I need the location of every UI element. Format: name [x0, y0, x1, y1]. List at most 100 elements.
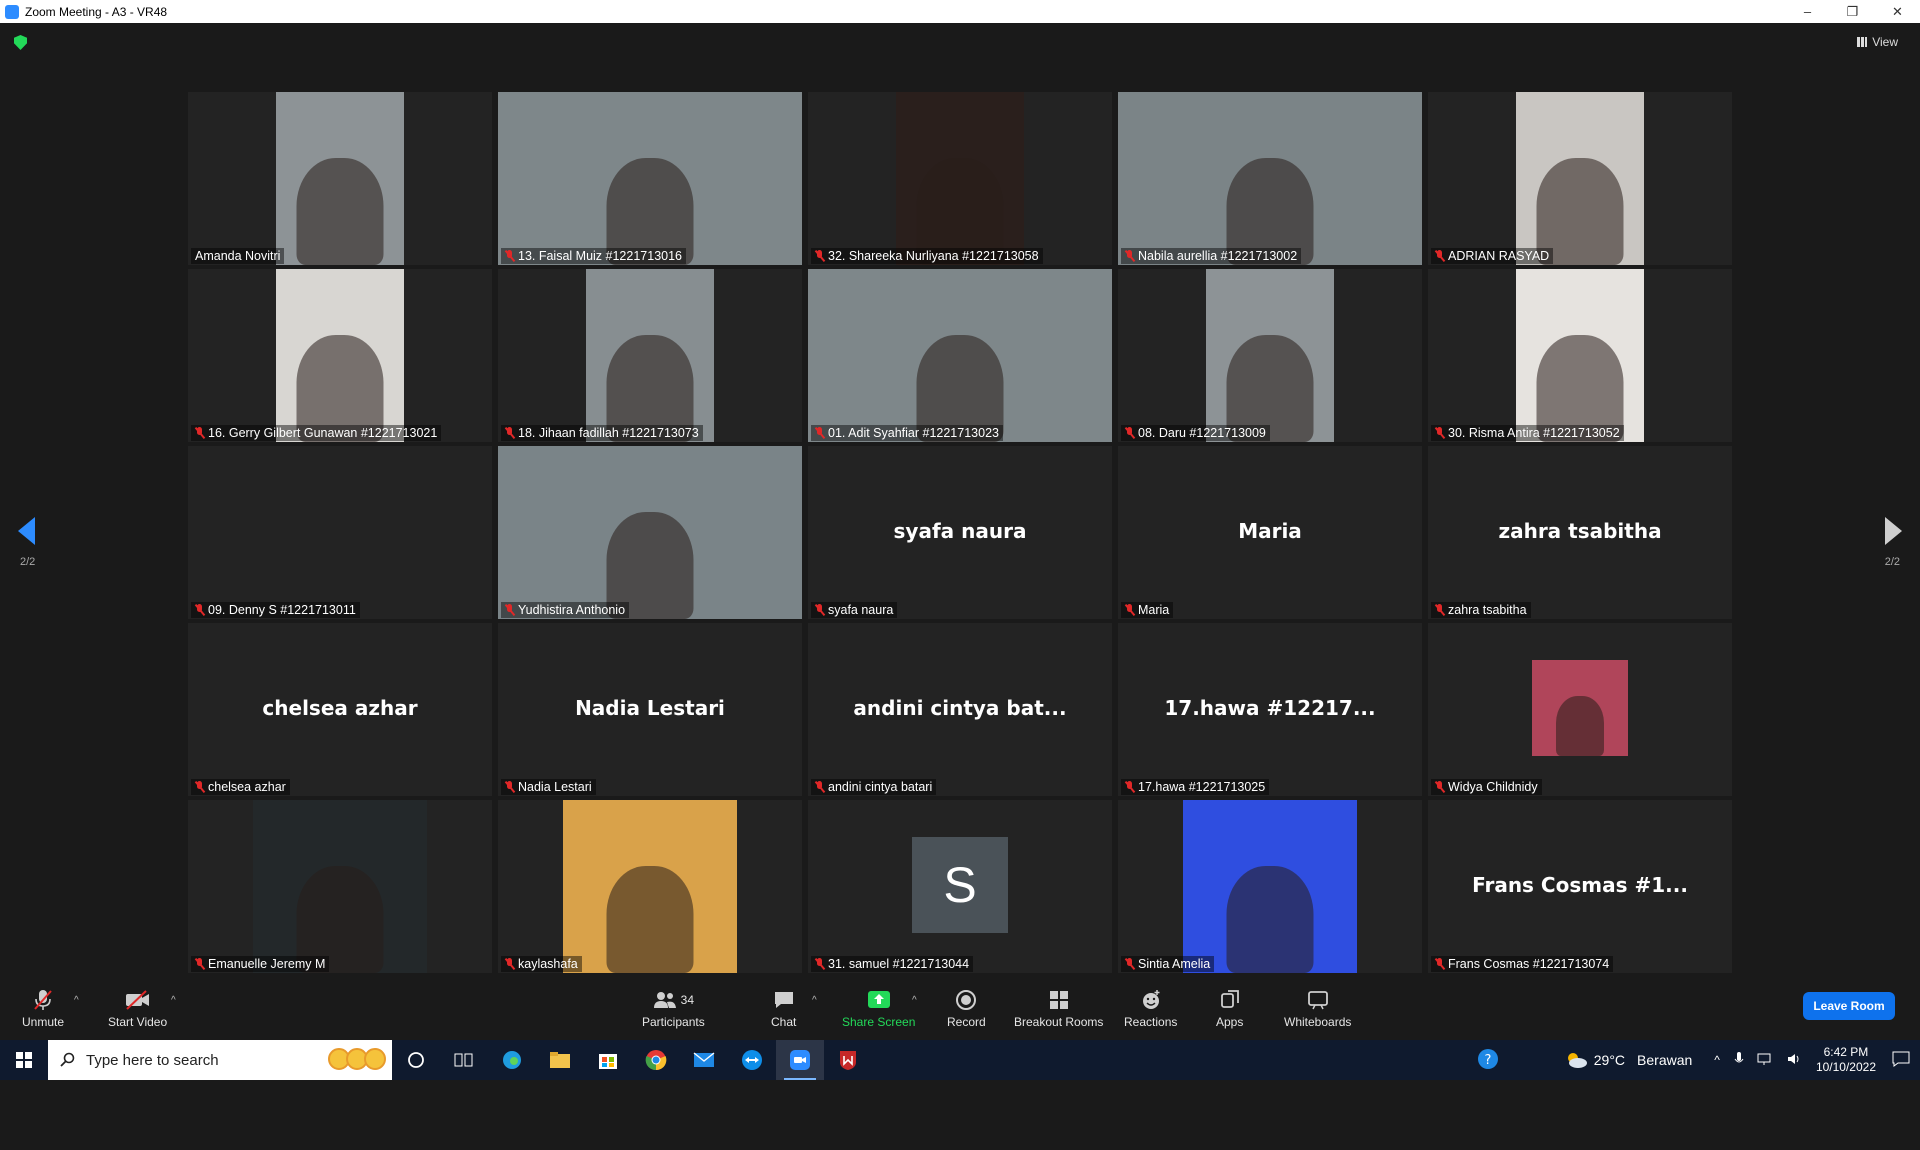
participant-tile[interactable]: 32. Shareeka Nurliyana #1221713058 [808, 92, 1112, 265]
participant-name: 31. samuel #1221713044 [828, 957, 970, 971]
file-explorer-icon[interactable] [536, 1040, 584, 1080]
person-silhouette-icon [1556, 696, 1604, 756]
meeting-toolbar: Unmute ^ Start Video ^ 34 Participants C… [0, 975, 1920, 1040]
share-screen-button[interactable]: Share Screen [842, 989, 915, 1029]
participant-name: kaylashafa [518, 957, 578, 971]
unmute-button[interactable]: Unmute [22, 989, 64, 1029]
view-label: View [1872, 35, 1898, 49]
participant-tile[interactable]: 08. Daru #1221713009 [1118, 269, 1422, 442]
participant-tile[interactable]: kaylashafa [498, 800, 802, 973]
participant-tile[interactable]: ADRIAN RASYAD [1428, 92, 1732, 265]
meeting-area: View 2/2 2/2 Amanda Novitri 13. Faisal Mu… [0, 23, 1920, 975]
participant-tile[interactable]: Amanda Novitri [188, 92, 492, 265]
search-icon [60, 1052, 75, 1067]
breakout-rooms-button[interactable]: Breakout Rooms [1014, 989, 1103, 1029]
weather-widget[interactable]: 29°C Berawan [1564, 1050, 1692, 1070]
microsoft-store-icon[interactable] [584, 1040, 632, 1080]
participant-tile[interactable]: Maria Maria [1118, 446, 1422, 619]
zoom-logo-icon [5, 4, 19, 19]
participant-video [563, 800, 737, 973]
previous-page-arrow-icon[interactable] [18, 517, 35, 545]
chrome-icon[interactable] [632, 1040, 680, 1080]
close-button[interactable]: ✕ [1875, 0, 1920, 23]
cortana-icon[interactable] [392, 1040, 440, 1080]
participant-name-label: 17.hawa #1221713025 [1121, 779, 1270, 795]
participant-tile[interactable]: S 31. samuel #1221713044 [808, 800, 1112, 973]
whiteboards-button[interactable]: Whiteboards [1284, 989, 1351, 1029]
view-button[interactable]: View [1857, 35, 1898, 49]
participant-name: 13. Faisal Muiz #1221713016 [518, 249, 683, 263]
start-button[interactable] [0, 1040, 48, 1080]
participant-name-label: Nabila aurellia #1221713002 [1121, 248, 1302, 264]
participant-tile[interactable]: Yudhistira Anthonio [498, 446, 802, 619]
participant-tile[interactable]: 17.hawa #12217... 17.hawa #1221713025 [1118, 623, 1422, 796]
participant-name-label: 16. Gerry Gilbert Gunawan #1221713021 [191, 425, 442, 441]
participant-tile[interactable]: 13. Faisal Muiz #1221713016 [498, 92, 802, 265]
participant-tile[interactable]: zahra tsabitha zahra tsabitha [1428, 446, 1732, 619]
taskbar-search-box[interactable]: Type here to search [48, 1040, 392, 1080]
encryption-shield-icon[interactable] [14, 35, 27, 50]
apps-label: Apps [1216, 1015, 1244, 1029]
next-page-arrow-icon[interactable] [1885, 517, 1902, 545]
participant-tile[interactable]: 30. Risma Antira #1221713052 [1428, 269, 1732, 442]
zoom-app-icon[interactable] [776, 1040, 824, 1080]
system-tray: ? 29°C Berawan ^ 6:42 PM 10/10/2022 [1476, 1040, 1920, 1080]
leave-room-button[interactable]: Leave Room [1803, 992, 1895, 1020]
participant-name: 18. Jihaan fadillah #1221713073 [518, 426, 699, 440]
participants-count: 34 [680, 993, 695, 1007]
page-indicator-right: 2/2 [1884, 556, 1900, 568]
share-options-chevron-icon[interactable]: ^ [912, 995, 917, 1006]
participant-name-label: Nadia Lestari [501, 779, 596, 795]
participant-name: ADRIAN RASYAD [1448, 249, 1550, 263]
participant-tile[interactable]: 16. Gerry Gilbert Gunawan #1221713021 [188, 269, 492, 442]
person-silhouette-icon [296, 158, 384, 265]
breakout-rooms-icon [1048, 989, 1070, 1011]
participant-video [253, 800, 427, 973]
participant-name-label: Yudhistira Anthonio [501, 602, 630, 618]
weather-temperature: 29°C [1593, 1052, 1626, 1068]
participant-tile[interactable]: Emanuelle Jeremy M [188, 800, 492, 973]
participant-tile[interactable]: 18. Jihaan fadillah #1221713073 [498, 269, 802, 442]
mcafee-icon[interactable] [824, 1040, 872, 1080]
teamviewer-icon[interactable] [728, 1040, 776, 1080]
participant-name: 01. Adit Syahfiar #1221713023 [828, 426, 999, 440]
minimize-button[interactable]: – [1785, 0, 1830, 23]
task-view-icon[interactable] [440, 1040, 488, 1080]
participant-tile[interactable]: andini cintya bat... andini cintya batari [808, 623, 1112, 796]
participant-tile[interactable]: Nadia Lestari Nadia Lestari [498, 623, 802, 796]
notifications-icon[interactable] [1892, 1051, 1910, 1070]
participant-name: 32. Shareeka Nurliyana #1221713058 [828, 249, 1039, 263]
participant-tile[interactable]: chelsea azhar chelsea azhar [188, 623, 492, 796]
chat-options-chevron-icon[interactable]: ^ [812, 995, 817, 1006]
record-button[interactable]: Record [947, 989, 986, 1029]
participant-tile[interactable]: Sintia Amelia [1118, 800, 1422, 973]
apps-button[interactable]: Apps [1216, 989, 1243, 1029]
participant-name-label: zahra tsabitha [1431, 602, 1531, 618]
audio-options-chevron-icon[interactable]: ^ [74, 995, 79, 1006]
reactions-button[interactable]: Reactions [1124, 989, 1177, 1029]
edge-browser-icon[interactable] [488, 1040, 536, 1080]
network-icon[interactable] [1756, 1051, 1774, 1070]
video-options-chevron-icon[interactable]: ^ [171, 995, 176, 1006]
speaker-icon[interactable] [1786, 1051, 1802, 1070]
help-icon[interactable]: ? [1476, 1047, 1500, 1074]
video-off-icon [124, 989, 152, 1011]
participant-tile[interactable]: Nabila aurellia #1221713002 [1118, 92, 1422, 265]
taskbar-clock[interactable]: 6:42 PM 10/10/2022 [1816, 1045, 1876, 1075]
participant-tile[interactable]: syafa naura syafa naura [808, 446, 1112, 619]
mail-icon[interactable] [680, 1040, 728, 1080]
participant-name-label: 30. Risma Antira #1221713052 [1431, 425, 1624, 441]
chat-button[interactable]: Chat [771, 989, 796, 1029]
microphone-icon[interactable] [1734, 1051, 1744, 1070]
participant-name-label: kaylashafa [501, 956, 582, 972]
restore-button[interactable]: ❐ [1830, 0, 1875, 23]
participants-button[interactable]: 34 Participants [642, 989, 705, 1029]
participant-tile[interactable]: Widya Childnidy [1428, 623, 1732, 796]
start-video-button[interactable]: Start Video [108, 989, 167, 1029]
participant-tile[interactable]: 09. Denny S #1221713011 [188, 446, 492, 619]
show-hidden-icons-chevron-icon[interactable]: ^ [1714, 1053, 1720, 1067]
participant-tile[interactable]: Frans Cosmas #1... Frans Cosmas #12217130… [1428, 800, 1732, 973]
grid-view-icon [1857, 37, 1868, 47]
participant-tile[interactable]: 01. Adit Syahfiar #1221713023 [808, 269, 1112, 442]
record-icon [955, 989, 977, 1011]
